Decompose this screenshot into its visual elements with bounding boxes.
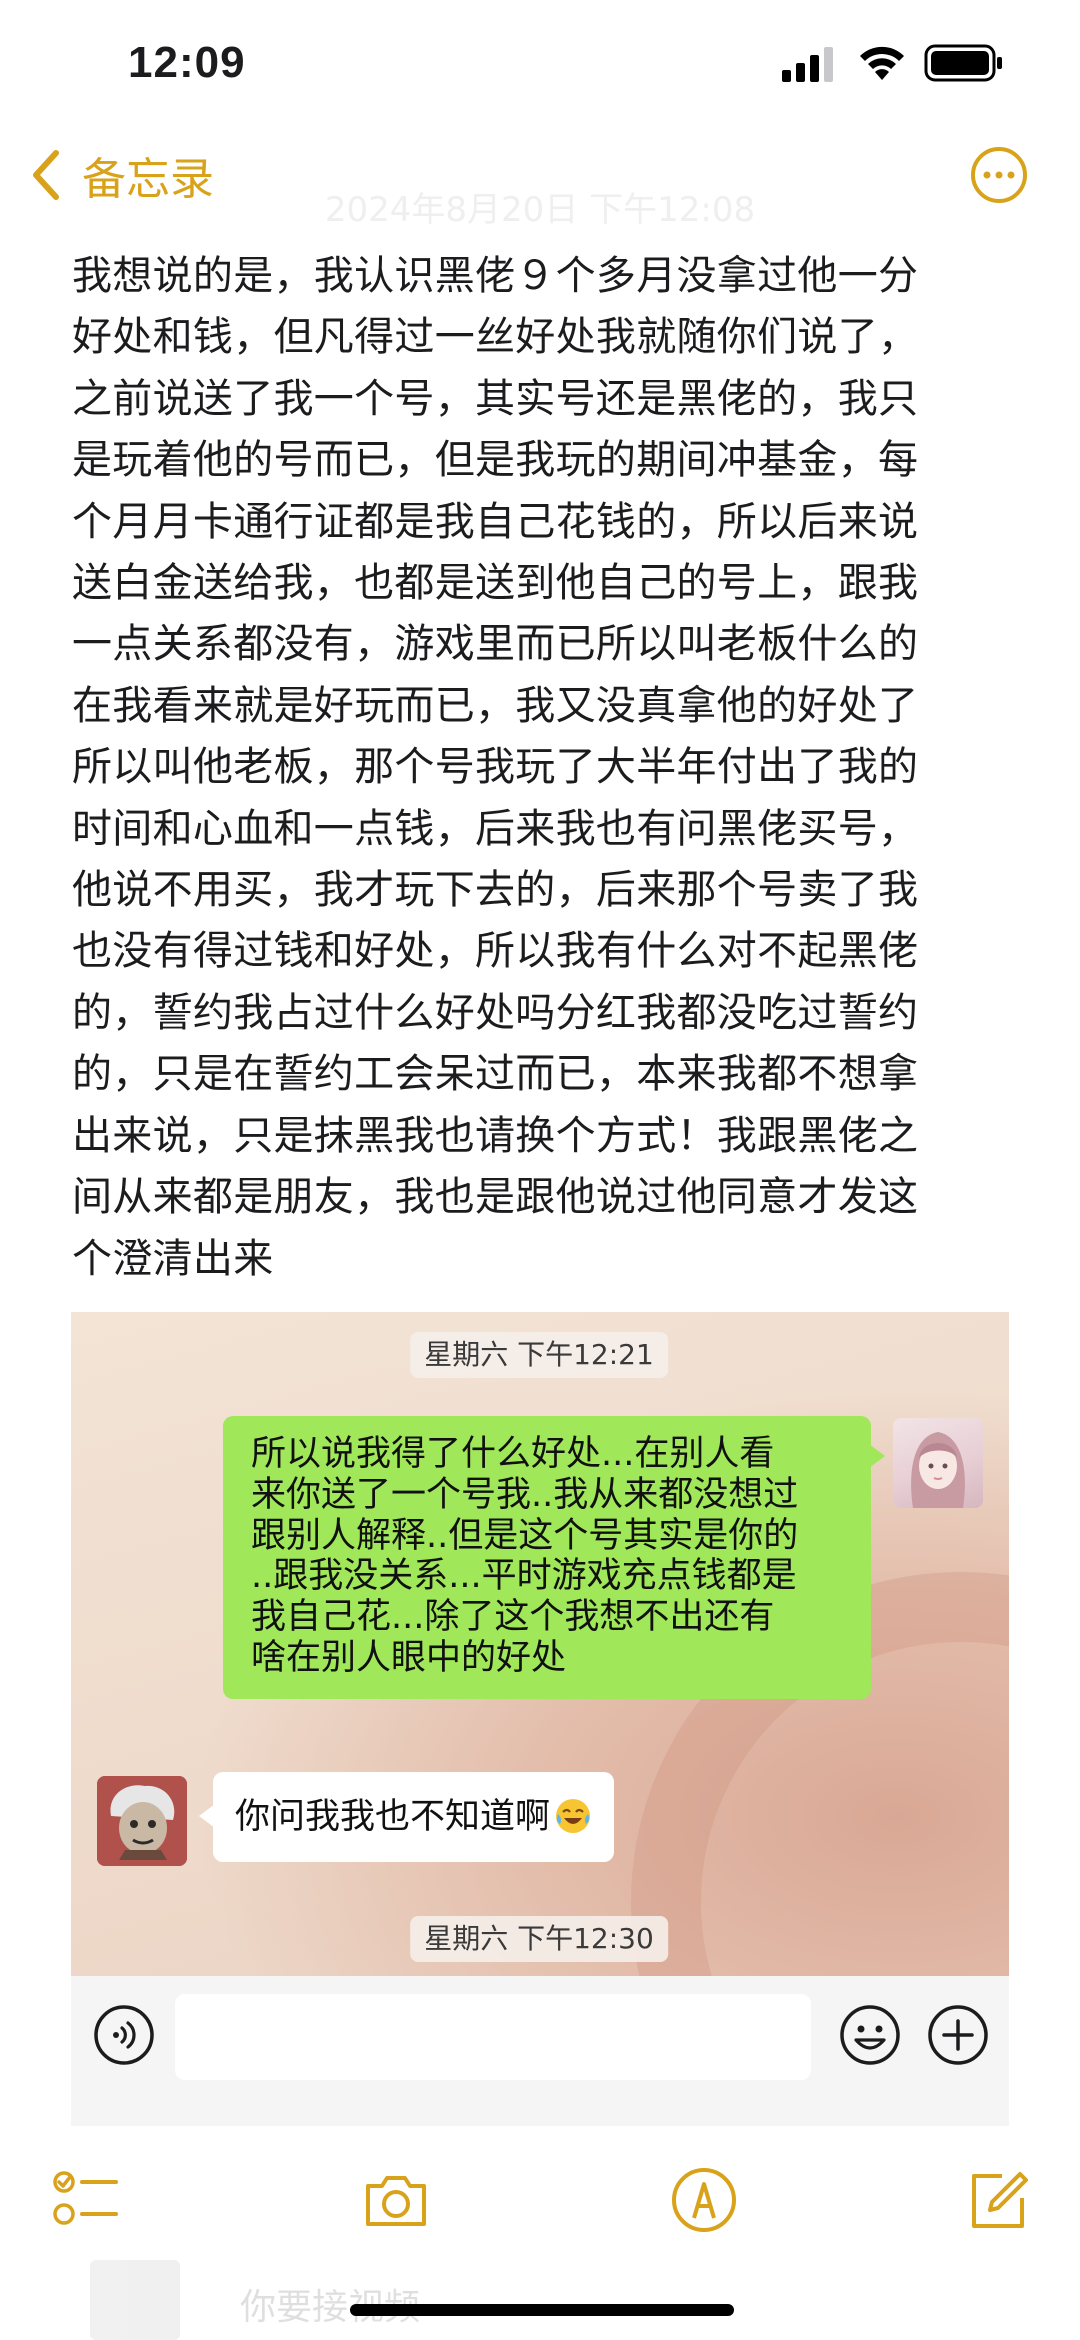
note-line: 之前说送了我一个号，其实号还是黑佬的，我只 (72, 375, 919, 422)
status-time: 12:09 (128, 38, 246, 87)
compose-icon[interactable] (962, 2164, 1034, 2236)
ghost-row: 你要接视频 (90, 2260, 1050, 2340)
avatar-self (893, 1418, 983, 1508)
note-line: 个澄清出来 (72, 1235, 274, 1282)
plus-icon[interactable] (927, 2004, 989, 2066)
ellipsis-circle-icon[interactable] (970, 146, 1028, 204)
note-line: 送白金送给我，也都是送到他自己的号上，跟我 (72, 560, 919, 607)
pen-circle-icon[interactable] (668, 2164, 740, 2236)
message-line: 所以说我得了什么好处...在别人看 (251, 1434, 775, 1474)
message-line: 啥在别人眼中的好处 (251, 1637, 567, 1678)
note-body[interactable]: 我想说的是，我认识黑佬９个多月没拿过他一分 好处和钱，但凡得过一丝好处我就随你们… (72, 246, 1012, 1290)
chat-timestamp: 星期六 下午12:21 (410, 1332, 668, 1378)
note-line: 的，只是在誓约工会呆过而已，本来我都不想拿 (72, 1051, 919, 1098)
portrait-icon (911, 1432, 965, 1508)
note-line: 所以叫他老板，那个号我玩了大半年付出了我的 (72, 744, 919, 791)
chat-timestamp: 星期六 下午12:30 (410, 1916, 668, 1962)
note-line: 也没有得过钱和好处，所以我有什么对不起黑佬 (72, 928, 919, 975)
avatar-contact (97, 1776, 187, 1866)
note-line: 是玩着他的号而已，但是我玩的期间冲基金，每 (72, 437, 919, 484)
notes-toolbar (0, 2160, 1080, 2260)
note-line: 好处和钱，但凡得过一丝好处我就随你们说了， (72, 314, 919, 361)
ghost-avatar (90, 2260, 180, 2340)
laughing-crying-emoji-icon (556, 1799, 591, 1833)
note-date: 2024年8月20日 下午12:08 (324, 190, 756, 230)
emoji-icon[interactable] (839, 2004, 901, 2066)
note-line: 个月月卡通行证都是我自己花钱的，所以后来说 (72, 498, 919, 545)
camera-icon[interactable] (360, 2164, 432, 2236)
outgoing-message-bubble[interactable]: 所以说我得了什么好处...在别人看 来你送了一个号我..我从来都没想过 跟别人解… (223, 1416, 885, 1699)
note-line: 出来说，只是抹黑我也请换个方式！我跟黑佬之 (72, 1112, 919, 1159)
message-line: 我自己花...除了这个我想不出还有 (251, 1597, 775, 1638)
message-line: 跟别人解释..但是这个号其实是你的 (251, 1515, 799, 1556)
message-line: ..跟我没关系...平时游戏充点钱都是 (251, 1556, 797, 1597)
chat-screenshot-image[interactable]: 星期六 下午12:21 所以说我得了什么好处...在别人看 来你送了一个号我..… (71, 1312, 1009, 2126)
cartoon-face-icon (97, 1776, 187, 1866)
note-line: 他说不用买，我才玩下去的，后来那个号卖了我 (72, 867, 919, 914)
wifi-icon (860, 46, 904, 80)
chat-input-bar (71, 1976, 1009, 2126)
message-text: 你问我我也不知道啊 (235, 1797, 551, 1837)
cellular-signal-icon (782, 47, 833, 82)
incoming-message-bubble[interactable]: 你问我我也不知道啊 (198, 1772, 615, 1862)
checklist-icon[interactable] (50, 2164, 122, 2236)
note-line: 时间和心血和一点钱，后来我也有问黑佬买号， (72, 805, 919, 852)
note-line: 一点关系都没有，游戏里而已所以叫老板什么的 (72, 621, 919, 668)
status-bar: 12:09 (0, 0, 1080, 130)
note-line: 我想说的是，我认识黑佬９个多月没拿过他一分 (72, 253, 919, 299)
note-line: 间从来都是朋友，我也是跟他说过他同意才发这 (72, 1174, 919, 1221)
message-input[interactable] (175, 1994, 811, 2080)
home-indicator (350, 2304, 734, 2316)
message-line: 来你送了一个号我..我从来都没想过 (251, 1474, 799, 1515)
note-line: 的，誓约我占过什么好处吗分红我都没吃过誓约 (72, 989, 919, 1036)
battery-icon (924, 44, 1002, 82)
voice-icon[interactable] (93, 2004, 155, 2066)
note-line: 在我看来就是好玩而已，我又没真拿他的好处了 (72, 682, 919, 729)
